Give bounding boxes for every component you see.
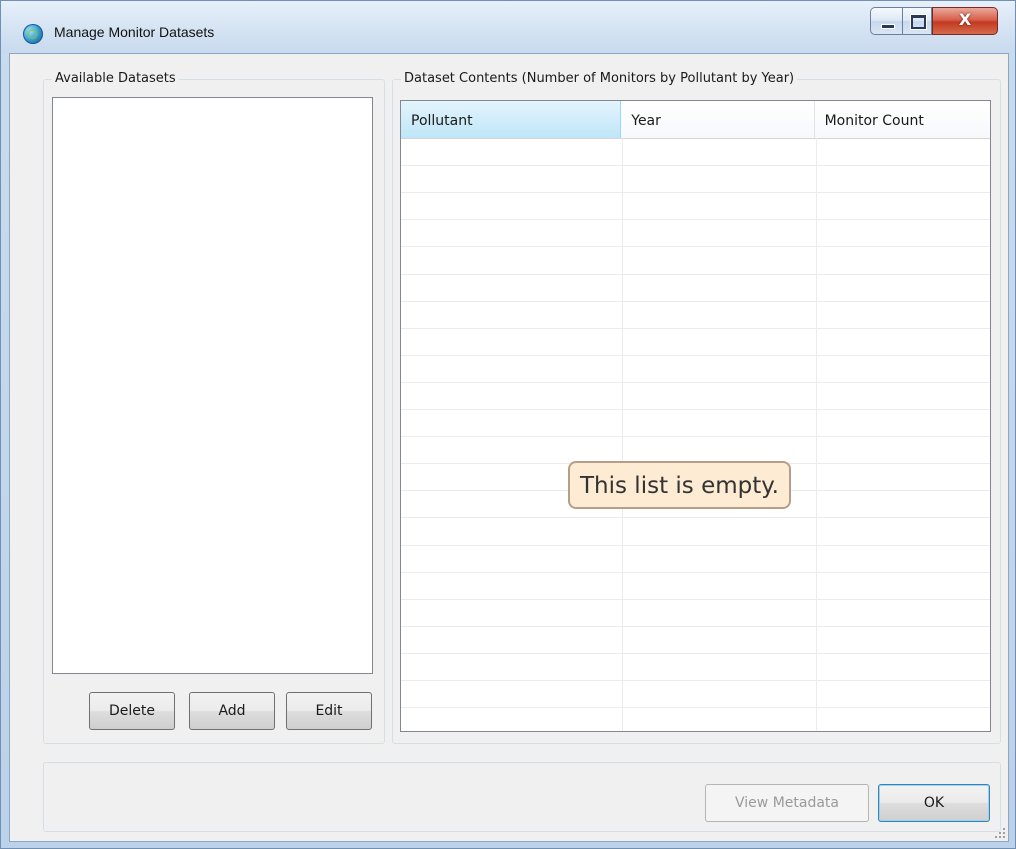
- column-header-monitor-count[interactable]: Monitor Count: [814, 101, 990, 138]
- maximize-icon: [911, 15, 926, 29]
- grid-column-divider: [622, 138, 623, 731]
- grid-row-divider: [401, 301, 990, 302]
- column-header-pollutant[interactable]: Pollutant: [401, 101, 622, 138]
- maximize-button[interactable]: [902, 7, 932, 35]
- column-header-year[interactable]: Year: [621, 101, 815, 138]
- available-datasets-legend: Available Datasets: [52, 71, 179, 86]
- minimize-button[interactable]: [870, 7, 902, 35]
- close-button[interactable]: X: [932, 7, 998, 35]
- delete-button[interactable]: Delete: [89, 692, 175, 730]
- grid-row-divider: [401, 274, 990, 275]
- grid-row-divider: [401, 409, 990, 410]
- grid-row-divider: [401, 192, 990, 193]
- grid-body: [401, 138, 990, 731]
- grid-row-divider: [401, 545, 990, 546]
- grid-row-divider: [401, 626, 990, 627]
- dataset-contents-grid[interactable]: Pollutant Year Monitor Count: [400, 100, 991, 732]
- grid-row-divider: [401, 599, 990, 600]
- grid-row-divider: [401, 246, 990, 247]
- add-button[interactable]: Add: [189, 692, 275, 730]
- ok-button[interactable]: OK: [878, 784, 990, 822]
- grid-column-divider: [816, 138, 817, 731]
- grid-row-divider: [401, 517, 990, 518]
- grid-row-divider: [401, 680, 990, 681]
- grid-row-divider: [401, 436, 990, 437]
- edit-button[interactable]: Edit: [286, 692, 372, 730]
- title-bar[interactable]: Manage Monitor Datasets X: [1, 1, 1015, 53]
- grid-row-divider: [401, 328, 990, 329]
- view-metadata-button[interactable]: View Metadata: [705, 784, 869, 822]
- available-datasets-list[interactable]: [52, 97, 373, 674]
- minimize-icon: [881, 24, 895, 29]
- grid-row-divider: [401, 382, 990, 383]
- dialog-client-area: Available Datasets Dataset Contents (Num…: [9, 53, 1009, 842]
- dataset-contents-legend: Dataset Contents (Number of Monitors by …: [401, 71, 798, 86]
- grid-row-divider: [401, 653, 990, 654]
- grid-row-divider: [401, 707, 990, 708]
- globe-icon: [23, 24, 43, 44]
- grid-row-divider: [401, 219, 990, 220]
- grid-row-divider: [401, 355, 990, 356]
- dialog-window: Manage Monitor Datasets X Available Data…: [0, 0, 1016, 849]
- close-icon: X: [958, 10, 972, 29]
- empty-list-message: This list is empty.: [568, 461, 791, 509]
- resize-grip-icon[interactable]: [995, 828, 1005, 838]
- grid-header: Pollutant Year Monitor Count: [401, 101, 990, 139]
- grid-row-divider: [401, 165, 990, 166]
- window-title: Manage Monitor Datasets: [54, 24, 215, 40]
- grid-row-divider: [401, 572, 990, 573]
